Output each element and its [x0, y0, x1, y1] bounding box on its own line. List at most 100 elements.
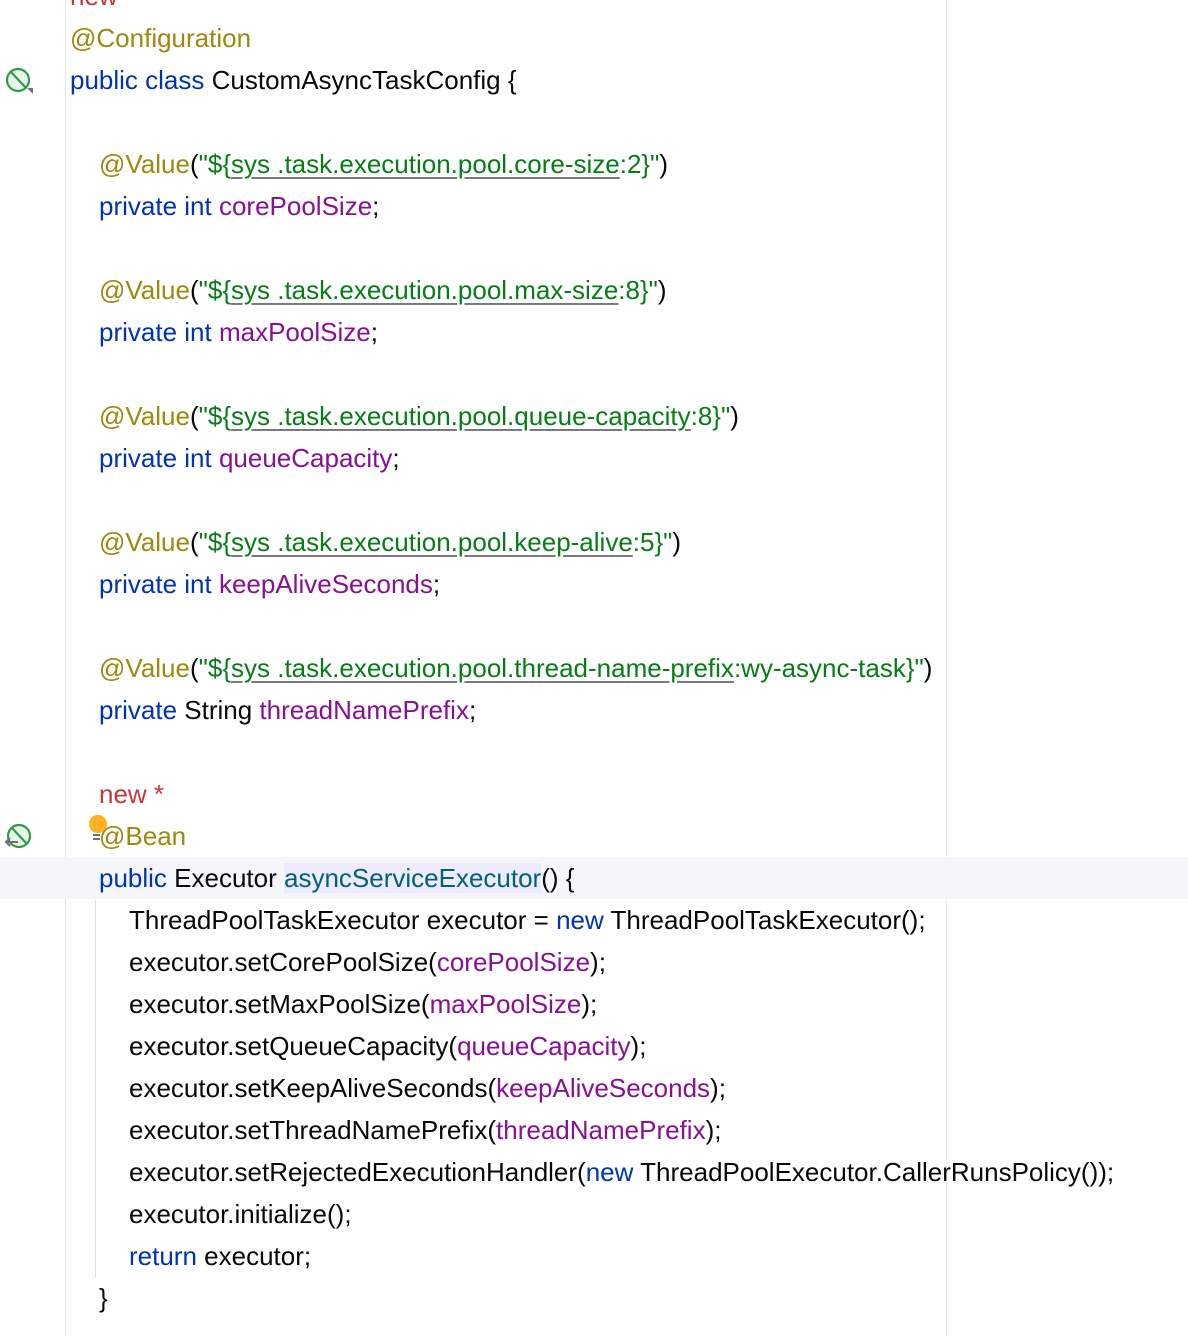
- spring-bean-navigate-icon[interactable]: [4, 822, 36, 854]
- code-line[interactable]: executor.setKeepAliveSeconds(keepAliveSe…: [0, 1067, 1188, 1109]
- code-line[interactable]: executor.setQueueCapacity(queueCapacity)…: [0, 1025, 1188, 1067]
- code-token-plain: executor.initialize();: [129, 1199, 352, 1229]
- code-line[interactable]: executor.setRejectedExecutionHandler(new…: [0, 1151, 1188, 1193]
- code-token-plain: () {: [541, 863, 575, 893]
- code-token-plain: );: [705, 1115, 722, 1145]
- code-token-plain: String: [184, 695, 260, 725]
- code-line[interactable]: private int queueCapacity;: [0, 437, 1188, 479]
- code-token-str: "${: [198, 149, 232, 179]
- code-token-kw: private int: [99, 317, 219, 347]
- code-token-plain: CustomAsyncTaskConfig {: [211, 65, 517, 95]
- code-line[interactable]: private String threadNamePrefix;: [0, 689, 1188, 731]
- code-token-plain: ;: [372, 191, 380, 221]
- code-token-plain: }: [99, 1283, 108, 1313]
- code-token-strU: sys .task.execution.pool.keep-alive: [231, 527, 633, 557]
- code-token-plain: executor.setThreadNamePrefix(: [129, 1115, 497, 1145]
- code-token-ann: @Value: [99, 527, 190, 557]
- code-token-field: maxPoolSize: [218, 317, 371, 347]
- code-token-plain: ThreadPoolTaskExecutor();: [610, 905, 926, 935]
- code-line[interactable]: [0, 227, 1188, 269]
- code-token-plain: Executor: [174, 863, 284, 893]
- code-token-ann: @Value: [99, 401, 190, 431]
- code-token-strU: sys .task.execution.pool.max-size: [231, 275, 619, 305]
- code-token-ann: @Value: [99, 653, 190, 683]
- intention-bulb-icon[interactable]: [88, 814, 110, 848]
- code-line[interactable]: executor.setCorePoolSize(corePoolSize);: [0, 941, 1188, 983]
- code-line[interactable]: executor.setMaxPoolSize(maxPoolSize);: [0, 983, 1188, 1025]
- code-token-field: keepAliveSeconds: [496, 1073, 711, 1103]
- code-token-strU: sys .task.execution.pool.queue-capacity: [231, 401, 691, 431]
- code-token-kw: private: [99, 695, 185, 725]
- code-line[interactable]: @Value("${sys .task.execution.pool.threa…: [0, 647, 1188, 689]
- code-token-field: corePoolSize: [436, 947, 591, 977]
- code-token-kw: new: [585, 1157, 641, 1187]
- code-token-plain: ThreadPoolTaskExecutor executor =: [129, 905, 557, 935]
- code-token-plain: );: [630, 1031, 647, 1061]
- code-line[interactable]: @Configuration: [0, 17, 1188, 59]
- code-token-plain: (: [189, 275, 199, 305]
- code-line[interactable]: private int corePoolSize;: [0, 185, 1188, 227]
- code-token-ann: @Configuration: [70, 23, 252, 53]
- code-line[interactable]: [0, 479, 1188, 521]
- code-token-str: "${: [198, 653, 232, 683]
- code-token-new: new: [70, 0, 118, 11]
- code-line[interactable]: return executor;: [0, 1235, 1188, 1277]
- code-line[interactable]: }: [0, 1277, 1188, 1319]
- code-line[interactable]: @Value("${sys .task.execution.pool.keep-…: [0, 521, 1188, 563]
- code-token-plain: (: [189, 149, 199, 179]
- spring-bean-icon[interactable]: [4, 66, 36, 98]
- code-token-plain: ;: [370, 317, 378, 347]
- code-token-str: :8}": [690, 401, 731, 431]
- code-token-plain: (: [189, 653, 199, 683]
- code-token-field: threadNamePrefix: [496, 1115, 706, 1145]
- code-line[interactable]: [0, 605, 1188, 647]
- code-token-ann: @Bean: [99, 821, 187, 851]
- code-token-kw: public class: [70, 65, 212, 95]
- code-token-plain: ): [923, 653, 933, 683]
- code-token-plain: executor.setQueueCapacity(: [129, 1031, 458, 1061]
- code-token-field: queueCapacity: [457, 1031, 631, 1061]
- code-token-ann: @Value: [99, 149, 190, 179]
- code-line[interactable]: private int maxPoolSize;: [0, 311, 1188, 353]
- code-token-plain: executor;: [204, 1241, 312, 1271]
- code-line[interactable]: new *: [0, 773, 1188, 815]
- code-token-kw: public: [99, 863, 175, 893]
- code-token-str: :wy-async-task}": [733, 653, 924, 683]
- code-token-str: :8}": [618, 275, 658, 305]
- code-line[interactable]: new: [0, 0, 1188, 17]
- code-token-plain: ;: [392, 443, 400, 473]
- code-token-strU: sys .task.execution.pool.thread-name-pre…: [231, 653, 734, 683]
- code-token-ann: @Value: [99, 275, 190, 305]
- code-line[interactable]: [0, 353, 1188, 395]
- code-line[interactable]: [0, 101, 1188, 143]
- code-line[interactable]: ThreadPoolTaskExecutor executor = new Th…: [0, 899, 1188, 941]
- code-token-kw: private int: [99, 191, 219, 221]
- code-line[interactable]: @Value("${sys .task.execution.pool.core-…: [0, 143, 1188, 185]
- code-line[interactable]: public class CustomAsyncTaskConfig {: [0, 59, 1188, 101]
- code-token-plain: );: [581, 989, 598, 1019]
- code-token-field: threadNamePrefix: [259, 695, 469, 725]
- code-token-plain: executor.setCorePoolSize(: [129, 947, 437, 977]
- code-token-kw: private int: [99, 569, 219, 599]
- code-token-kw: new: [556, 905, 611, 935]
- code-line[interactable]: @Value("${sys .task.execution.pool.max-s…: [0, 269, 1188, 311]
- code-line[interactable]: private int keepAliveSeconds;: [0, 563, 1188, 605]
- code-token-str: "${: [198, 275, 232, 305]
- code-line[interactable]: public Executor asyncServiceExecutor() {: [0, 857, 1188, 899]
- code-editor[interactable]: new @Configuration public class CustomAsyn…: [0, 0, 1188, 1319]
- code-token-kw: private int: [99, 443, 219, 473]
- code-token-plain: );: [710, 1073, 726, 1103]
- code-token-kw: return: [129, 1241, 205, 1271]
- code-line[interactable]: @Value("${sys .task.execution.pool.queue…: [0, 395, 1188, 437]
- code-token-field: queueCapacity: [218, 443, 393, 473]
- code-line[interactable]: [0, 731, 1188, 773]
- code-token-plain: ): [657, 275, 667, 305]
- code-line[interactable]: executor.setThreadNamePrefix(threadNameP…: [0, 1109, 1188, 1151]
- code-token-plain: );: [590, 947, 606, 977]
- code-token-plain: (: [189, 527, 199, 557]
- code-line[interactable]: executor.initialize();: [0, 1193, 1188, 1235]
- code-token-plain: ): [659, 149, 669, 179]
- code-token-str: :5}": [632, 527, 673, 557]
- code-line[interactable]: @Bean: [0, 815, 1188, 857]
- code-token-plain: ): [672, 527, 682, 557]
